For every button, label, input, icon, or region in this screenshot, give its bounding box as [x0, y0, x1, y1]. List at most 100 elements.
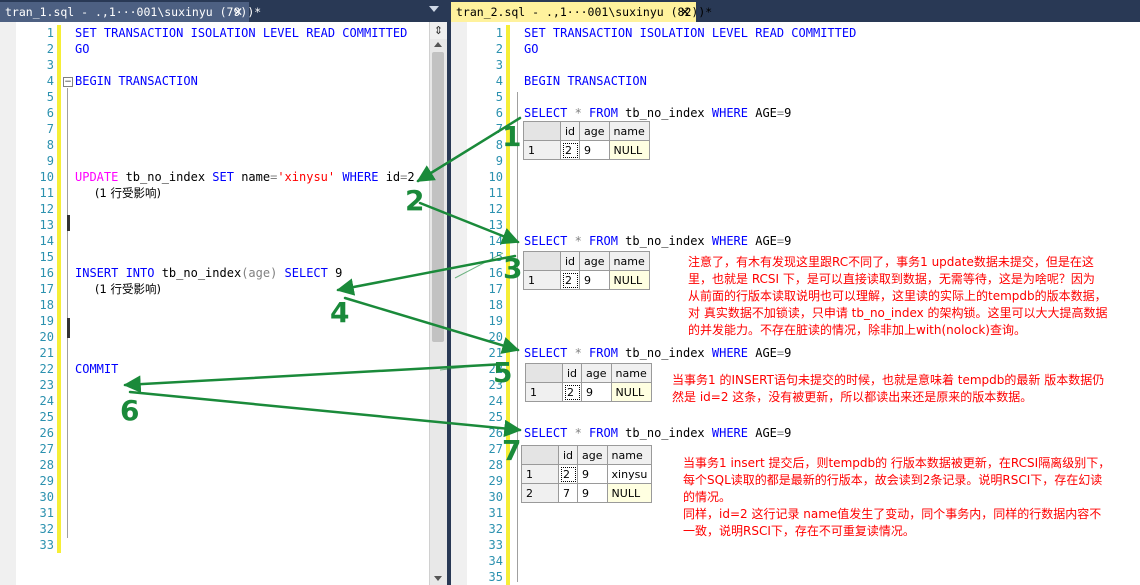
- table-cell[interactable]: NULL: [608, 270, 650, 290]
- line-number: 17: [39, 282, 54, 296]
- table-cell[interactable]: 9: [579, 140, 610, 160]
- code-line-21: SELECT * FROM tb_no_index WHERE AGE=9: [524, 345, 1120, 361]
- sql-keyword: FROM: [589, 346, 618, 360]
- sql-keyword: SET: [212, 170, 234, 184]
- collapse-icon[interactable]: −: [63, 77, 73, 87]
- code-line-2: GO: [75, 41, 427, 57]
- code-line-23: COMMIT: [75, 361, 427, 377]
- sql-text: AGE: [748, 426, 777, 440]
- table-row[interactable]: 1 2 9 NULL: [523, 270, 650, 290]
- sql-keyword: WHERE: [711, 106, 748, 120]
- results-grid[interactable]: id age name 1 2 9 NULL: [525, 363, 652, 402]
- sql-operator: *: [567, 346, 590, 360]
- line-number: 29: [488, 474, 503, 488]
- table-cell[interactable]: 9: [581, 382, 612, 402]
- grid-corner[interactable]: [521, 445, 559, 465]
- line-number: 16: [488, 266, 503, 280]
- table-cell[interactable]: 2: [559, 140, 581, 160]
- table-cell[interactable]: 9: [577, 464, 608, 484]
- note-line: 对 真实数据不加锁读，只申请 tb_no_index 的架构锁。这里可以大大提高…: [688, 306, 1108, 320]
- column-header[interactable]: age: [579, 121, 610, 141]
- row-header[interactable]: 1: [523, 270, 561, 290]
- scroll-down-icon[interactable]: [434, 576, 442, 581]
- line-number: 13: [488, 218, 503, 232]
- sql-text: GO: [75, 42, 90, 56]
- line-number: 28: [488, 458, 503, 472]
- table-cell[interactable]: NULL: [606, 483, 653, 503]
- sql-paren: (age): [241, 266, 278, 280]
- editor-pane-tran1: tran_1.sql - .,1···001\suxinyu (79))* ✕ …: [0, 0, 447, 585]
- table-cell[interactable]: 9: [579, 270, 610, 290]
- column-header[interactable]: age: [577, 445, 608, 465]
- code-area[interactable]: SET TRANSACTION ISOLATION LEVEL READ COM…: [75, 25, 427, 377]
- table-cell[interactable]: 2: [557, 464, 579, 484]
- table-cell[interactable]: NULL: [608, 140, 650, 160]
- tab-tran1[interactable]: tran_1.sql - .,1···001\suxinyu (79))* ✕: [0, 2, 261, 22]
- line-number: 34: [488, 554, 503, 568]
- table-row[interactable]: 1 2 9 NULL: [525, 382, 652, 402]
- line-number: 22: [488, 362, 503, 376]
- results-grid[interactable]: id age name 1 2 9 NULL: [523, 251, 650, 290]
- column-header[interactable]: name: [606, 445, 653, 465]
- results-grid[interactable]: id age name 1 2 9 NULL: [523, 121, 650, 160]
- code-line-18: (1 行受影响): [75, 281, 427, 297]
- sql-keyword: INSERT INTO: [75, 266, 155, 280]
- close-icon[interactable]: ✕: [233, 2, 243, 22]
- line-number: 25: [488, 410, 503, 424]
- line-number: 14: [488, 234, 503, 248]
- results-grid[interactable]: id age name 1 2 9 xinysu 2 7 9 NULL: [521, 445, 653, 503]
- grid-header-row: id age name: [523, 121, 650, 141]
- table-row[interactable]: 1 2 9 NULL: [523, 140, 650, 160]
- row-header[interactable]: 2: [521, 483, 559, 503]
- split-icon[interactable]: ⇕: [430, 22, 447, 39]
- row-header[interactable]: 1: [523, 140, 561, 160]
- tab-bar: tran_2.sql - .,1···001\suxinyu (82))* ✕: [451, 0, 1140, 22]
- code-line-4: BEGIN TRANSACTION: [524, 73, 1120, 89]
- line-number: 19: [488, 314, 503, 328]
- sql-keyword: FROM: [589, 234, 618, 248]
- row-header[interactable]: 1: [521, 464, 559, 484]
- column-header[interactable]: age: [579, 251, 610, 271]
- line-number: 20: [488, 330, 503, 344]
- table-cell[interactable]: xinysu: [606, 464, 653, 484]
- code-editor[interactable]: 1 2 3 4 5 6 7 8 9 10 11 12 13 14 15 16 17 18 19 20 21 22 23 24 2…: [0, 22, 447, 585]
- column-header[interactable]: id: [557, 445, 579, 465]
- column-header[interactable]: id: [559, 251, 581, 271]
- grid-corner[interactable]: [523, 121, 561, 141]
- sql-text: AGE: [748, 234, 777, 248]
- column-header[interactable]: id: [561, 363, 583, 383]
- sql-text: SET TRANSACTION ISOLATION LEVEL READ COM…: [524, 26, 857, 40]
- table-cell[interactable]: 9: [577, 483, 608, 503]
- sql-text: tb_no_index: [617, 106, 712, 120]
- vertical-scrollbar[interactable]: ⇕: [429, 22, 447, 585]
- line-number: 27: [39, 442, 54, 456]
- scroll-thumb[interactable]: [432, 52, 444, 342]
- table-cell[interactable]: 7: [557, 483, 579, 503]
- grid-corner[interactable]: [525, 363, 563, 383]
- table-cell[interactable]: 2: [559, 270, 581, 290]
- note-line: 注意了，有木有发现这里跟RC不同了，事务1 update数据未提交，但是在这: [688, 255, 1094, 269]
- column-header[interactable]: name: [608, 121, 650, 141]
- tab-tran2[interactable]: tran_2.sql - .,1···001\suxinyu (82))* ✕: [451, 2, 712, 22]
- table-cell[interactable]: NULL: [610, 382, 652, 402]
- close-icon[interactable]: ✕: [680, 2, 690, 22]
- code-line-6: SELECT * FROM tb_no_index WHERE AGE=9: [524, 105, 1120, 121]
- column-header[interactable]: age: [581, 363, 612, 383]
- line-number: 12: [39, 202, 54, 216]
- column-header[interactable]: name: [608, 251, 650, 271]
- note-line: 的情况。: [683, 490, 732, 504]
- column-header[interactable]: id: [559, 121, 581, 141]
- table-cell[interactable]: 2: [561, 382, 583, 402]
- table-row[interactable]: 2 7 9 NULL: [521, 483, 653, 503]
- sql-keyword: SELECT: [524, 346, 568, 360]
- line-number: 18: [488, 298, 503, 312]
- chevron-down-icon[interactable]: [429, 6, 439, 12]
- line-number: 18: [39, 298, 54, 312]
- line-number: 4: [495, 74, 503, 88]
- note-line: 同样，id=2 这行记录 name值发生了变动，同个事务内，同样的行数据内容不: [683, 507, 1102, 521]
- scroll-up-icon[interactable]: [434, 42, 442, 47]
- column-header[interactable]: name: [610, 363, 652, 383]
- table-row[interactable]: 1 2 9 xinysu: [521, 464, 653, 484]
- row-header[interactable]: 1: [525, 382, 563, 402]
- grid-corner[interactable]: [523, 251, 561, 271]
